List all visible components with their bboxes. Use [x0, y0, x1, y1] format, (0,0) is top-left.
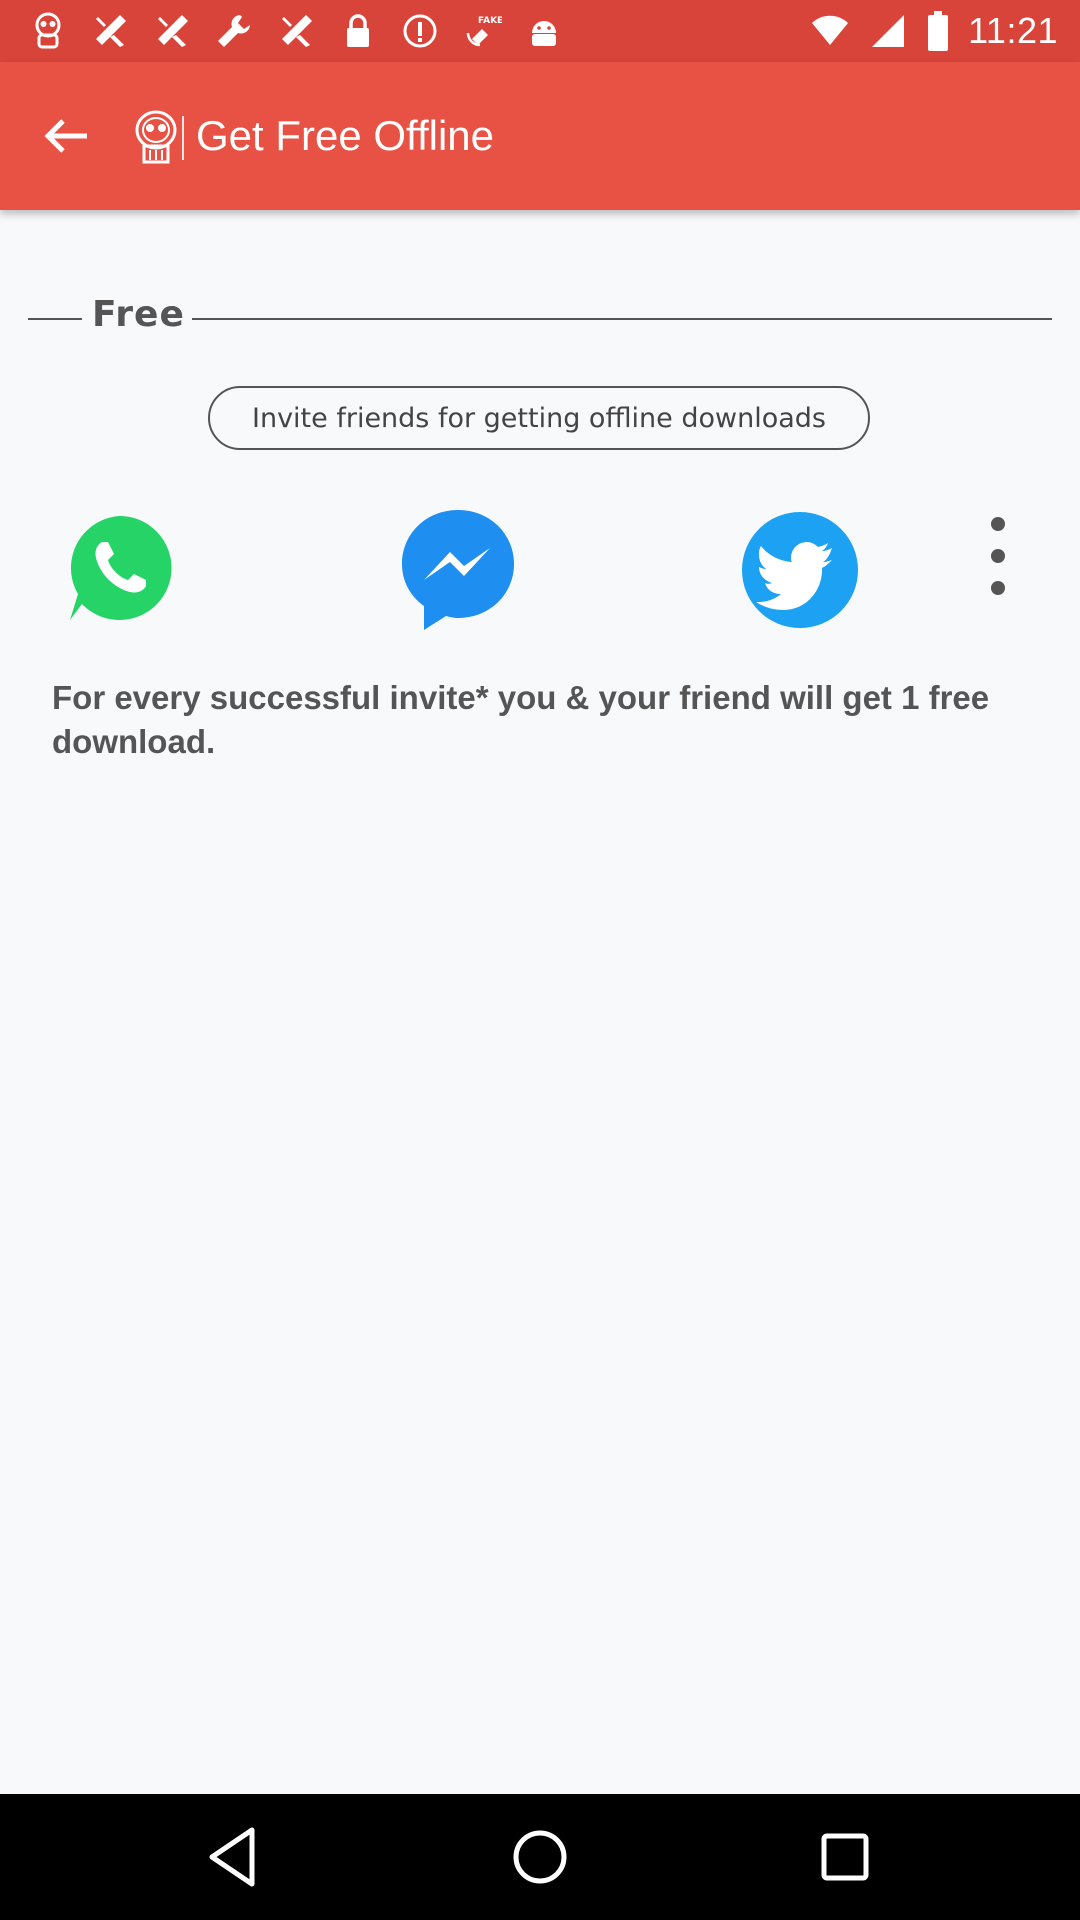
nav-recents-button[interactable]: [810, 1822, 880, 1892]
notification-icons: FAKE: [28, 10, 564, 52]
navigation-bar: [0, 1794, 1080, 1920]
section-heading: Free: [92, 294, 185, 335]
twitter-share-button[interactable]: [740, 510, 860, 630]
nav-home-button[interactable]: [505, 1822, 575, 1892]
messenger-share-button[interactable]: [398, 506, 518, 632]
more-vert-icon: [991, 517, 1005, 595]
back-button[interactable]: [30, 106, 102, 166]
whatsapp-share-button[interactable]: [64, 512, 176, 624]
divider-right: [192, 318, 1052, 320]
invite-label: Invite friends for getting offline downl…: [208, 386, 870, 450]
fake-gps-icon: FAKE: [466, 16, 502, 47]
crossed-tools-icon: [158, 15, 188, 47]
battery-icon: [928, 11, 949, 51]
android-icon: [532, 21, 556, 46]
twitter-icon: [742, 512, 858, 628]
signal-icon: [872, 15, 905, 47]
page-title: Get Free Offline: [196, 112, 495, 159]
arrow-back-icon: [44, 119, 87, 153]
divider-left: [28, 318, 82, 320]
wrench-icon: [218, 15, 250, 47]
crossed-tools-icon: [282, 15, 312, 47]
app-logo-icon: [135, 110, 177, 164]
crossed-tools-icon: [96, 15, 126, 47]
nav-back-button[interactable]: [200, 1822, 270, 1892]
app-bar: Get Free Offline: [0, 62, 1080, 210]
status-bar: FAKE 11:21: [0, 0, 1080, 62]
clock: 11:21: [968, 10, 1058, 51]
svg-text:FAKE: FAKE: [478, 16, 502, 26]
wifi-icon: [812, 15, 849, 46]
info-icon: [403, 14, 437, 48]
invite-info-text: For every successful invite* you & your …: [52, 679, 990, 760]
app-logo-icon: [35, 12, 61, 49]
home-circle-icon: [513, 1830, 567, 1884]
whatsapp-icon: [70, 516, 172, 620]
messenger-icon: [402, 510, 514, 630]
lock-icon: [347, 14, 369, 47]
recents-square-icon: [821, 1833, 869, 1881]
back-triangle-icon: [209, 1827, 255, 1887]
title-divider: [182, 116, 184, 160]
system-icons: 11:21: [810, 8, 1058, 54]
more-options-button[interactable]: [972, 512, 1024, 600]
